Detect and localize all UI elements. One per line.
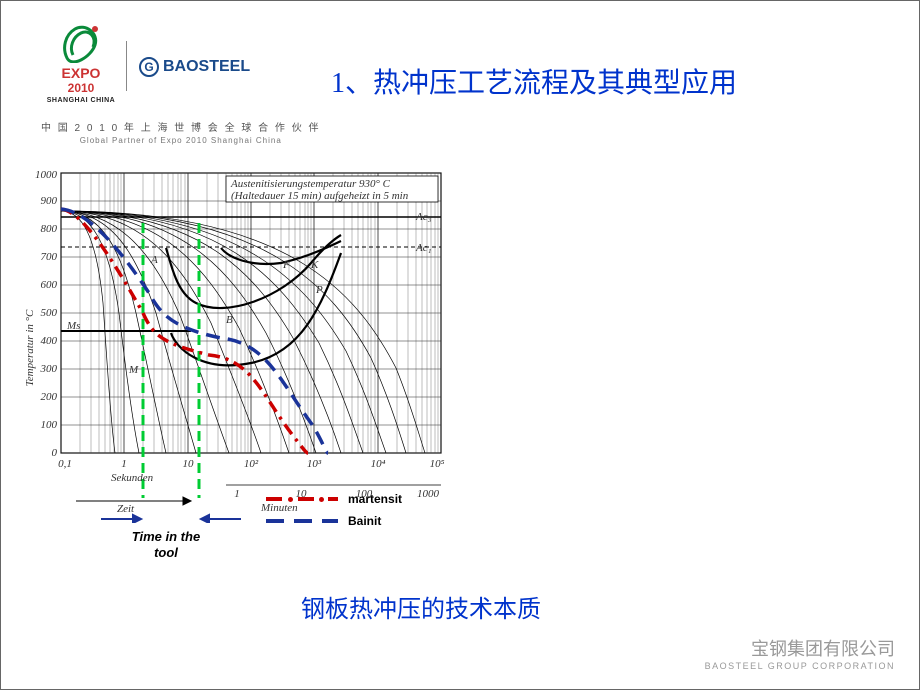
svg-text:300: 300 [40, 363, 58, 375]
svg-text:1000: 1000 [35, 169, 58, 181]
expo-partner-cn: 中 国 2 0 1 0 年 上 海 世 博 会 全 球 合 作 伙 伴 [41, 119, 320, 134]
legend-martensit: martensit [266, 491, 402, 507]
svg-text:100: 100 [41, 419, 58, 431]
svg-text:200: 200 [41, 391, 58, 403]
svg-text:10²: 10² [244, 458, 259, 470]
svg-text:A: A [150, 254, 158, 266]
header-divider [126, 41, 127, 91]
expo-partner-en: Global Partner of Expo 2010 Shanghai Chi… [41, 136, 320, 145]
svg-text:0: 0 [52, 447, 58, 459]
svg-text:K: K [310, 259, 319, 271]
chart-header-2: (Haltedauer 15 min) aufgeheizt in 5 min [231, 190, 409, 202]
svg-text:Ac₁: Ac₁ [415, 242, 432, 254]
slide-header: EXPO 2010 SHANGHAI CHINA G BAOSTEEL 中 国 … [1, 1, 919, 146]
baosteel-circle-icon: G [139, 57, 159, 77]
y-axis-label: Temperatur in °C [24, 309, 36, 386]
footer-logo: 宝钢集团有限公司 BAOSTEEL GROUP CORPORATION [705, 635, 895, 671]
legend: martensit Bainit [266, 491, 402, 535]
chart-header-1: Austenitisierungstemperatur 930° C [230, 178, 391, 190]
svg-text:400: 400 [41, 335, 58, 347]
subtitle: 钢板热冲压的技术本质 [301, 589, 541, 624]
svg-text:F: F [282, 259, 290, 271]
svg-text:B: B [226, 314, 233, 326]
expo-partner: 中 国 2 0 1 0 年 上 海 世 博 会 全 球 合 作 伙 伴 Glob… [41, 119, 320, 145]
svg-text:10: 10 [183, 458, 195, 470]
legend-line-red-icon [266, 491, 338, 507]
footer-cn: 宝钢集团有限公司 [705, 635, 895, 661]
svg-text:500: 500 [41, 307, 58, 319]
footer-en: BAOSTEEL GROUP CORPORATION [705, 661, 895, 671]
seconds-label: Sekunden [111, 472, 154, 484]
expo-year: 2010 [46, 81, 116, 95]
svg-text:10⁴: 10⁴ [371, 458, 386, 470]
svg-text:900: 900 [41, 195, 58, 207]
svg-text:600: 600 [41, 279, 58, 291]
cct-chart: A M B F K P Ac₃ Ac₁ Ms Austenitisierungs… [21, 163, 461, 523]
svg-text:1: 1 [121, 458, 127, 470]
expo-ribbon-icon [57, 23, 105, 63]
legend-label-martensit: martensit [348, 492, 402, 506]
baosteel-logo: G BAOSTEEL [139, 57, 250, 77]
svg-text:1000: 1000 [417, 488, 440, 500]
legend-label-bainit: Bainit [348, 514, 381, 528]
svg-text:10⁵: 10⁵ [430, 458, 445, 470]
baosteel-text: BAOSTEEL [163, 58, 250, 76]
legend-line-blue-icon [266, 513, 338, 529]
time-in-tool-label: Time in the tool [121, 529, 211, 560]
expo-logo: EXPO 2010 SHANGHAI CHINA [46, 23, 116, 104]
svg-text:700: 700 [41, 251, 58, 263]
svg-text:P: P [315, 284, 323, 296]
svg-text:Ms: Ms [66, 320, 80, 332]
slide-title: 1、热冲压工艺流程及其典型应用 [331, 61, 737, 101]
expo-text: EXPO [46, 65, 116, 81]
svg-text:0,1: 0,1 [58, 458, 72, 470]
svg-text:M: M [128, 364, 139, 376]
svg-text:10³: 10³ [307, 458, 322, 470]
legend-bainit: Bainit [266, 513, 402, 529]
x-axis-label: Zeit [117, 503, 135, 515]
svg-text:800: 800 [41, 223, 58, 235]
svg-text:1: 1 [234, 488, 240, 500]
expo-city: SHANGHAI CHINA [46, 97, 116, 104]
svg-text:Ac₃: Ac₃ [415, 211, 432, 223]
